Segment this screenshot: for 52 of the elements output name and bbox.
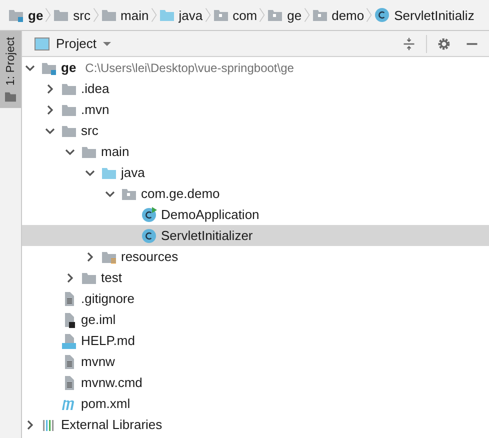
- tree-item[interactable]: External Libraries: [22, 414, 489, 435]
- chevron-icon: [259, 6, 266, 24]
- breadcrumb-item[interactable]: src: [53, 7, 91, 23]
- breadcrumb-item[interactable]: ge: [267, 7, 302, 23]
- chevron-icon: [366, 6, 372, 24]
- folder-icon: [158, 7, 175, 23]
- window-icon: [34, 36, 50, 52]
- breadcrumb-item[interactable]: ge: [8, 7, 44, 23]
- package-icon: [212, 7, 229, 23]
- tree-item[interactable]: HELP.md: [22, 330, 489, 351]
- tree-item[interactable]: main: [22, 141, 489, 162]
- project-tool-tab[interactable]: 1: Project: [0, 31, 21, 108]
- breadcrumb-item[interactable]: demo: [312, 7, 364, 23]
- breadcrumb-item[interactable]: java: [158, 7, 203, 23]
- tree-item[interactable]: resources: [22, 246, 489, 267]
- tree-item[interactable]: DemoApplication: [22, 204, 489, 225]
- chevron-icon: [204, 6, 211, 24]
- tree-item[interactable]: ge.iml: [22, 309, 489, 330]
- folder-icon: [100, 7, 117, 23]
- tree-item[interactable]: .mvn: [22, 99, 489, 120]
- tree-item[interactable]: pom.xml: [22, 393, 489, 414]
- folder-icon: [5, 92, 16, 102]
- tree-item[interactable]: src: [22, 120, 489, 141]
- settings-icon[interactable]: [437, 36, 451, 50]
- class-icon: [141, 228, 157, 244]
- tree-item[interactable]: java: [22, 162, 489, 183]
- breadcrumb-item[interactable]: main: [100, 7, 149, 23]
- dropdown-icon: [102, 40, 112, 46]
- markdown-file-icon: [61, 332, 77, 348]
- breadcrumb-item[interactable]: com: [212, 7, 258, 23]
- chevron-icon: [45, 6, 52, 24]
- tree-item[interactable]: ge C:\Users\lei\Desktop\vue-springboot\ge: [22, 57, 489, 78]
- folder-icon: [53, 7, 70, 23]
- class-icon: [141, 206, 157, 222]
- project-path: C:\Users\lei\Desktop\vue-springboot\ge: [85, 60, 294, 74]
- tree-item[interactable]: .idea: [22, 78, 489, 99]
- tree-item[interactable]: test: [22, 267, 489, 288]
- chevron-icon: [92, 6, 99, 24]
- view-selector[interactable]: Project: [32, 34, 114, 54]
- folder-icon: [8, 7, 24, 23]
- package-icon: [312, 7, 328, 23]
- tree-item[interactable]: .gitignore: [22, 288, 489, 309]
- tree-item[interactable]: com.ge.demo: [22, 183, 489, 204]
- breadcrumb-item[interactable]: ServletInitializ: [374, 7, 474, 23]
- chevron-icon: [304, 6, 310, 24]
- class-icon: [374, 7, 390, 23]
- collapse-all-icon[interactable]: [402, 36, 416, 50]
- tree-item[interactable]: mvnw: [22, 351, 489, 372]
- package-icon: [267, 7, 284, 23]
- tree-item[interactable]: ServletInitializer: [22, 225, 489, 246]
- chevron-icon: [150, 6, 157, 24]
- tree-item[interactable]: mvnw.cmd: [22, 372, 489, 393]
